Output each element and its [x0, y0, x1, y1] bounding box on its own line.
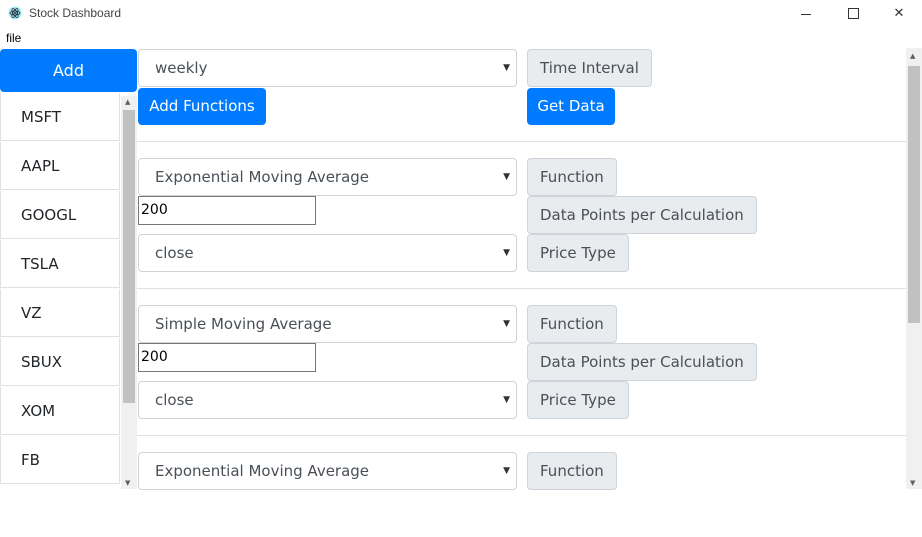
chevron-down-icon: ▼ [503, 248, 510, 258]
function-label: Function [527, 305, 617, 343]
price-type-value: close [155, 391, 194, 409]
time-interval-select[interactable]: weekly ▼ [138, 49, 517, 87]
function-label: Function [527, 158, 617, 196]
function-select[interactable]: Exponential Moving Average ▼ [138, 452, 517, 490]
menu-file[interactable]: file [6, 31, 21, 45]
scroll-down-icon[interactable]: ▼ [910, 479, 915, 487]
ticker-list: MSFT AAPL GOOGL TSLA VZ SBUX XOM FB [0, 93, 121, 537]
price-type-label: Price Type [527, 381, 629, 419]
ticker-item[interactable]: TSLA [0, 240, 120, 288]
add-ticker-button[interactable]: Add [0, 49, 137, 92]
sidebar-scroll-thumb[interactable] [123, 110, 135, 403]
maximize-icon [848, 8, 859, 19]
section-divider [137, 435, 906, 436]
section-divider [137, 141, 906, 142]
ticker-item[interactable]: XOM [0, 387, 120, 435]
data-points-input[interactable]: 200 [138, 196, 316, 225]
scroll-down-icon[interactable]: ▼ [125, 479, 130, 487]
minimize-button[interactable] [784, 0, 830, 28]
function-value: Exponential Moving Average [155, 168, 370, 186]
sidebar: Add MSFT AAPL GOOGL TSLA VZ SBUX XOM FB [0, 48, 137, 489]
chevron-down-icon: ▼ [503, 63, 510, 73]
price-type-label: Price Type [527, 234, 629, 272]
chevron-down-icon: ▼ [503, 319, 510, 329]
menu-bar: file [0, 28, 922, 48]
chevron-down-icon: ▼ [503, 395, 510, 405]
ticker-item[interactable]: VZ [0, 289, 120, 337]
price-type-value: close [155, 244, 194, 262]
main-scrollbar[interactable]: ▲ ▼ [906, 48, 922, 489]
get-data-button[interactable]: Get Data [527, 88, 615, 125]
minimize-icon [801, 14, 811, 15]
close-icon: ✕ [893, 6, 905, 21]
time-interval-label: Time Interval [527, 49, 652, 87]
scroll-up-icon[interactable]: ▲ [910, 52, 915, 60]
main-scroll-thumb[interactable] [908, 66, 920, 323]
ticker-item[interactable]: FB [0, 436, 120, 484]
ticker-item[interactable]: MSFT [0, 93, 120, 141]
data-points-label: Data Points per Calculation [527, 196, 757, 234]
add-functions-button[interactable]: Add Functions [138, 88, 266, 125]
function-select[interactable]: Simple Moving Average ▼ [138, 305, 517, 343]
ticker-item[interactable]: AAPL [0, 142, 120, 190]
scroll-up-icon[interactable]: ▲ [125, 98, 130, 106]
ticker-item[interactable]: GOOGL [0, 191, 120, 239]
close-button[interactable]: ✕ [876, 0, 922, 28]
function-value: Simple Moving Average [155, 315, 332, 333]
data-points-label: Data Points per Calculation [527, 343, 757, 381]
sidebar-scrollbar[interactable]: ▲ ▼ [121, 96, 137, 489]
price-type-select[interactable]: close ▼ [138, 234, 517, 272]
time-interval-value: weekly [155, 59, 208, 77]
chevron-down-icon: ▼ [503, 466, 510, 476]
maximize-button[interactable] [830, 0, 876, 28]
ticker-item[interactable]: SBUX [0, 338, 120, 386]
function-select[interactable]: Exponential Moving Average ▼ [138, 158, 517, 196]
section-divider [137, 288, 906, 289]
chevron-down-icon: ▼ [503, 172, 510, 182]
function-value: Exponential Moving Average [155, 462, 370, 480]
data-points-input[interactable]: 200 [138, 343, 316, 372]
function-label: Function [527, 452, 617, 490]
price-type-select[interactable]: close ▼ [138, 381, 517, 419]
title-bar: Stock Dashboard ✕ [0, 0, 922, 28]
window-title: Stock Dashboard [29, 6, 122, 20]
electron-atom-icon [8, 6, 22, 20]
